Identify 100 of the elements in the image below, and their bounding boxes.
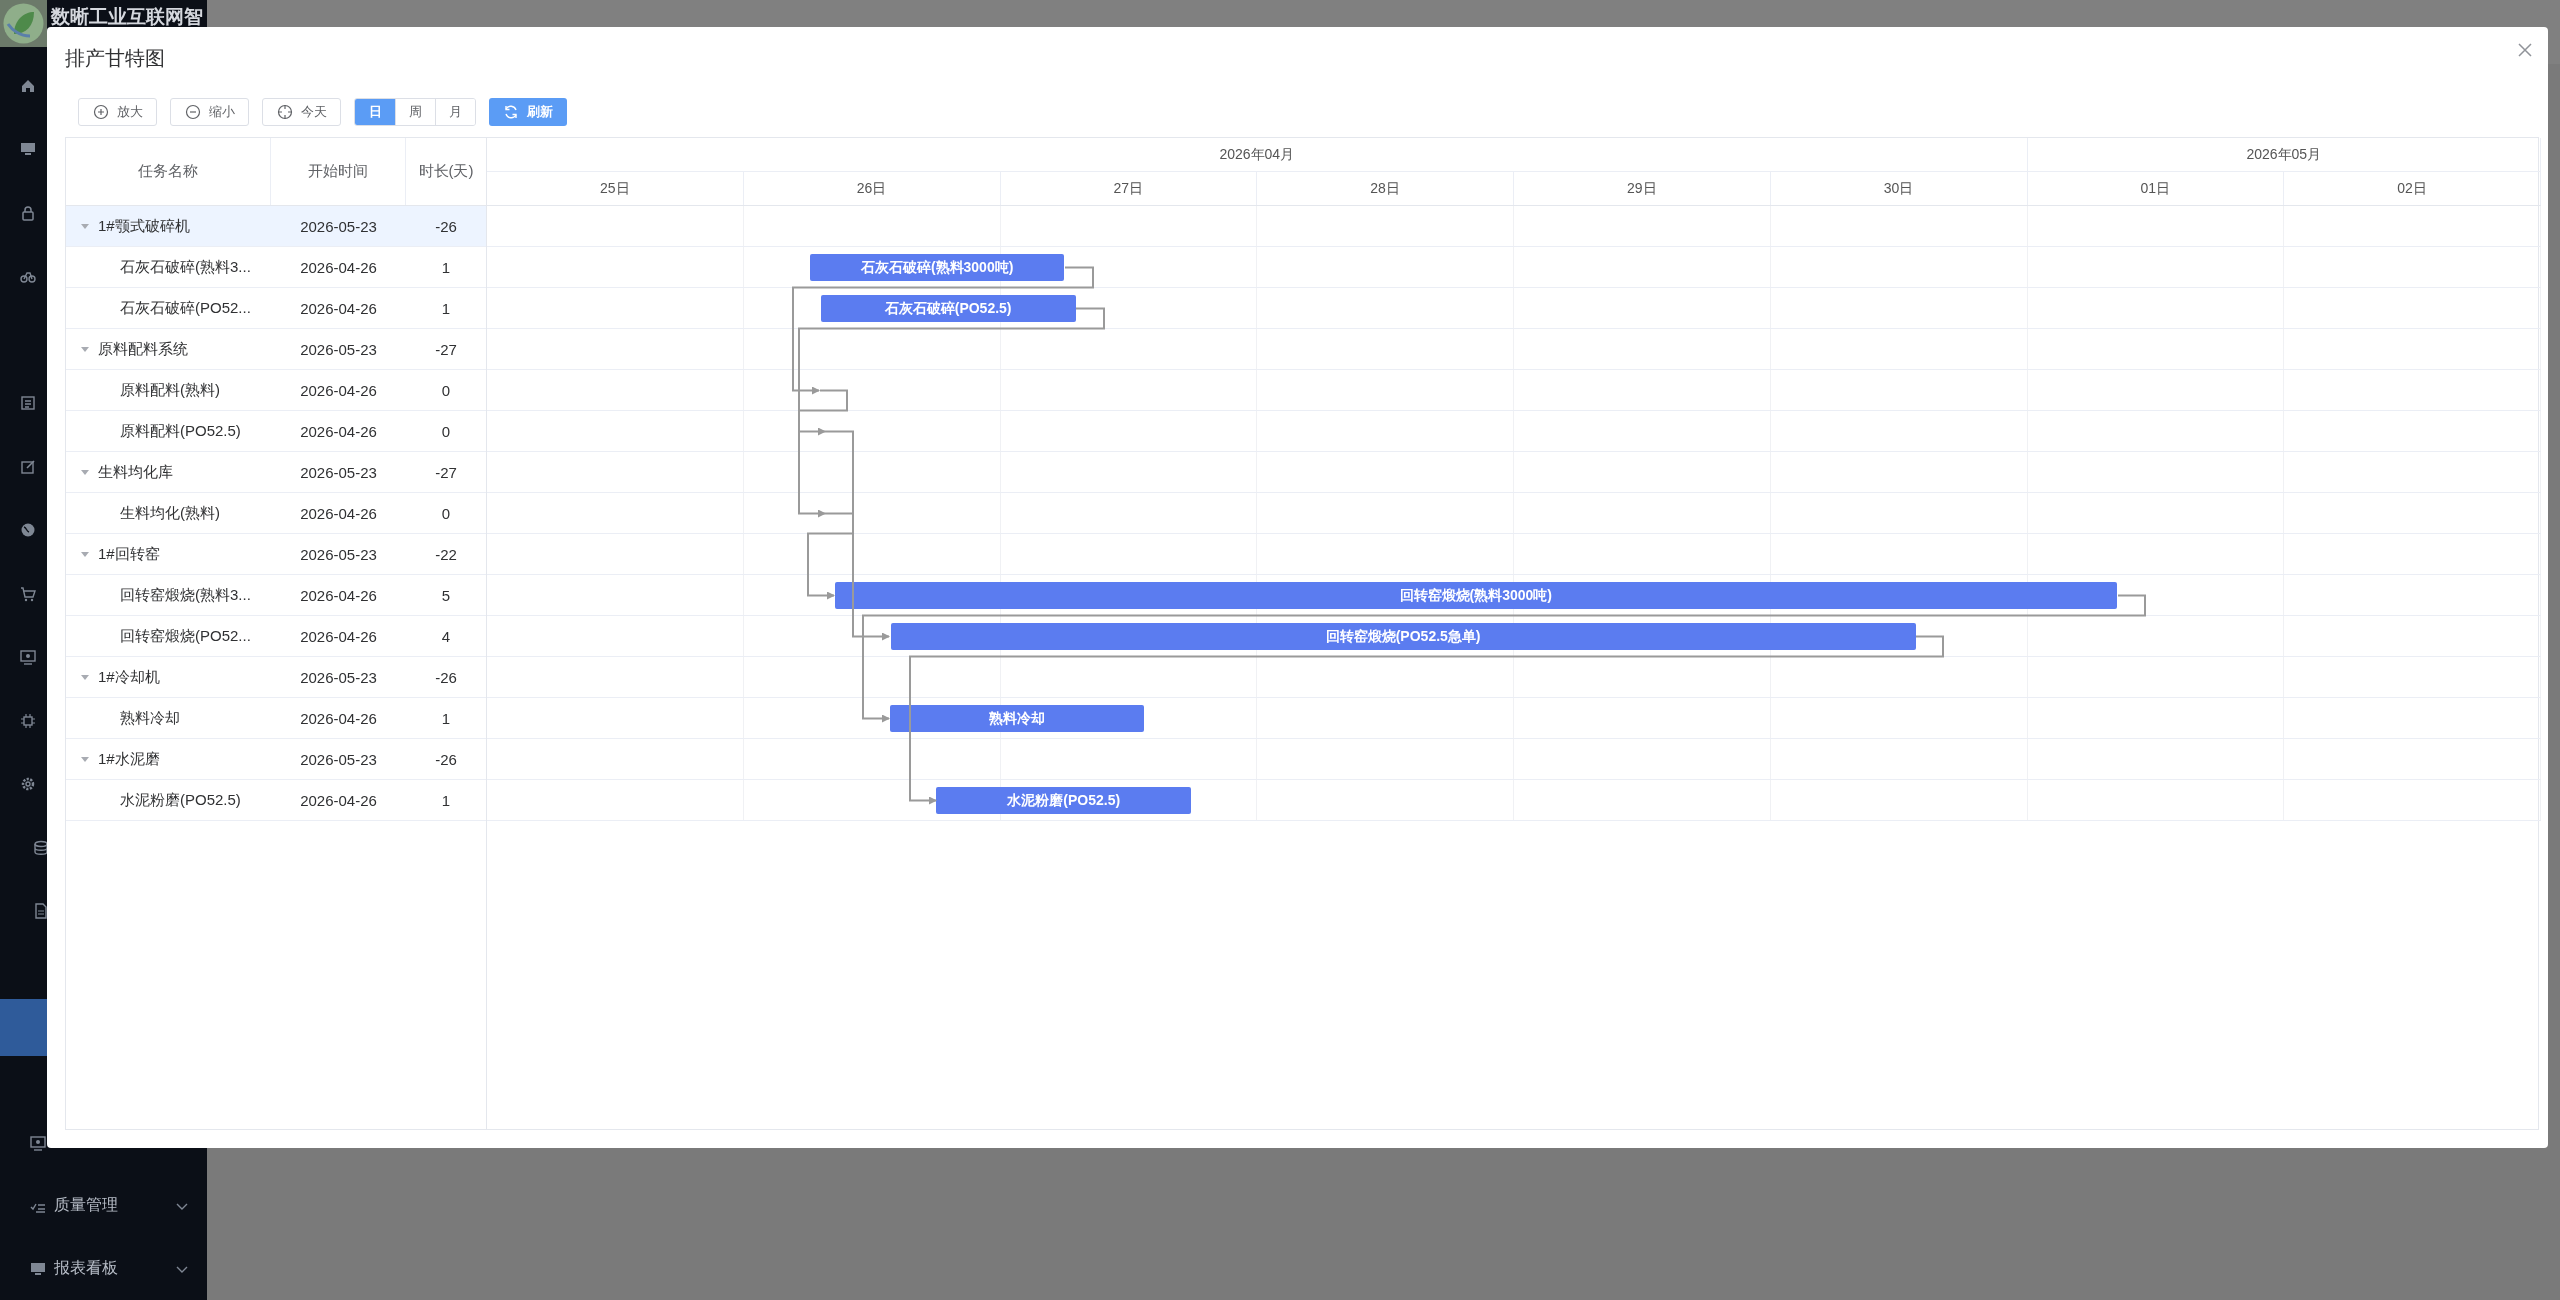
day-label: 27日: [1000, 172, 1258, 205]
task-name: 回转窑煅烧(PO52...: [120, 626, 251, 646]
edit-icon: [20, 458, 36, 475]
monitor-icon: [30, 1260, 46, 1277]
start-date-cell-text: 2026-04-26: [299, 791, 378, 809]
duration-cell-text: 0: [440, 381, 452, 399]
caret-icon[interactable]: [80, 754, 90, 764]
duration-cell-text: -26: [434, 668, 458, 686]
duration-cell-text: -22: [434, 545, 458, 563]
screen-icon: [30, 1134, 46, 1151]
sidebar-item[interactable]: 报表看板: [0, 1237, 207, 1300]
start-date-cell-text: 2026-04-26: [299, 258, 378, 276]
table-row[interactable]: 生料均化(熟料) 2026-04-26 0: [66, 493, 486, 534]
monitor-icon: [20, 141, 36, 158]
day-label: 28日: [1257, 172, 1514, 205]
start-date-cell-text: 2026-04-26: [299, 422, 378, 440]
table-row[interactable]: 1#回转窑 2026-05-23 -22: [66, 534, 486, 575]
task-name: 生料均化(熟料): [120, 503, 220, 523]
table-row[interactable]: 1#冷却机 2026-05-23 -26: [66, 657, 486, 698]
caret-icon[interactable]: [80, 549, 90, 559]
table-row[interactable]: 1#水泥磨 2026-05-23 -26: [66, 739, 486, 780]
caret-icon[interactable]: [80, 221, 90, 231]
start-date-cell-text: 2026-05-23: [299, 545, 378, 563]
column-header: 任务名称: [66, 138, 271, 205]
duration-cell-text: 0: [440, 504, 452, 522]
table-row[interactable]: 原料配料系统 2026-05-23 -27: [66, 329, 486, 370]
task-name: 原料配料系统: [98, 339, 188, 359]
task-name: 回转窑煅烧(熟料3...: [120, 585, 251, 605]
screen-icon: [20, 649, 36, 666]
task-name: 1#颚式破碎机: [98, 216, 190, 236]
dialog-title: 排产甘特图: [65, 45, 165, 71]
connector-line: [798, 389, 848, 412]
start-date-cell-text: 2026-05-23: [299, 463, 378, 481]
task-name: 水泥粉磨(PO52.5): [120, 790, 241, 810]
caret-icon[interactable]: [80, 344, 90, 354]
task-bar[interactable]: 回转窑煅烧(熟料3000吨): [834, 582, 2117, 609]
task-name: 石灰石破碎(PO52...: [120, 298, 251, 318]
task-bar[interactable]: 水泥粉磨(PO52.5): [936, 787, 1192, 814]
start-date-cell-text: 2026-04-26: [299, 586, 378, 604]
start-date-cell-text: 2026-05-23: [299, 750, 378, 768]
zoom-out-icon: [184, 104, 201, 120]
duration-cell-text: 4: [440, 627, 452, 645]
day-label: 30日: [1770, 172, 2028, 205]
table-row[interactable]: 石灰石破碎(PO52... 2026-04-26 1: [66, 288, 486, 329]
task-name: 石灰石破碎(熟料3...: [120, 257, 251, 277]
database-icon: [33, 839, 49, 856]
task-bar[interactable]: 石灰石破碎(PO52.5): [820, 295, 1076, 322]
cart-icon: [20, 585, 36, 602]
duration-cell-text: -27: [434, 463, 458, 481]
today-button[interactable]: 今天: [262, 98, 341, 126]
start-date-cell-text: 2026-04-26: [299, 381, 378, 399]
start-date-cell-text: 2026-05-23: [299, 217, 378, 235]
duration-cell-text: -27: [434, 340, 458, 358]
table-row[interactable]: 原料配料(熟料) 2026-04-26 0: [66, 370, 486, 411]
start-date-cell-text: 2026-05-23: [299, 668, 378, 686]
column-header: 开始时间: [271, 138, 406, 205]
table-row[interactable]: 回转窑煅烧(熟料3... 2026-04-26 5: [66, 575, 486, 616]
table-row[interactable]: 水泥粉磨(PO52.5) 2026-04-26 1: [66, 780, 486, 821]
task-name: 1#回转窑: [98, 544, 160, 564]
table-row[interactable]: 石灰石破碎(熟料3... 2026-04-26 1: [66, 247, 486, 288]
gear-icon: [20, 776, 36, 793]
table-row[interactable]: 回转窑煅烧(PO52... 2026-04-26 4: [66, 616, 486, 657]
table-row[interactable]: 原料配料(PO52.5) 2026-04-26 0: [66, 411, 486, 452]
zoom-in-button[interactable]: 放大: [78, 98, 157, 126]
task-bar[interactable]: 回转窑煅烧(PO52.5急单): [890, 623, 1916, 650]
table-row[interactable]: 1#颚式破碎机 2026-05-23 -26: [66, 206, 486, 247]
task-name: 生料均化库: [98, 462, 173, 482]
duration-cell-text: 5: [440, 586, 452, 604]
lock-icon: [20, 204, 36, 221]
duration-cell-text: 1: [440, 709, 452, 727]
refresh-icon: [503, 104, 519, 120]
start-date-cell-text: 2026-04-26: [299, 709, 378, 727]
day-label: 25日: [487, 172, 744, 205]
start-date-cell-text: 2026-04-26: [299, 504, 378, 522]
brand-name: 数晰工业互联网智: [51, 4, 203, 29]
day-label: 29日: [1514, 172, 1771, 205]
table-row[interactable]: 熟料冷却 2026-04-26 1: [66, 698, 486, 739]
start-date-cell-text: 2026-05-23: [299, 340, 378, 358]
logo-icon: [0, 0, 47, 47]
caret-icon[interactable]: [80, 672, 90, 682]
day-label: 02日: [2284, 172, 2541, 205]
task-name: 1#冷却机: [98, 667, 160, 687]
sidebar-item[interactable]: 质量管理: [0, 1174, 207, 1237]
column-header: 时长(天): [417, 161, 475, 181]
duration-cell-text: -26: [434, 217, 458, 235]
task-bar[interactable]: 熟料冷却: [889, 705, 1145, 732]
task-bar[interactable]: 石灰石破碎(熟料3000吨): [809, 254, 1065, 281]
start-date-cell-text: 2026-04-26: [299, 627, 378, 645]
file-icon: [33, 903, 49, 920]
task-name: 原料配料(PO52.5): [120, 421, 241, 441]
start-date-cell-text: 2026-04-26: [299, 299, 378, 317]
duration-cell-text: 0: [440, 422, 452, 440]
duration-cell-text: 1: [440, 791, 452, 809]
caret-icon[interactable]: [80, 467, 90, 477]
home-icon: [20, 77, 36, 94]
table-row[interactable]: 生料均化库 2026-05-23 -27: [66, 452, 486, 493]
zoom-out-button[interactable]: 缩小: [170, 98, 249, 126]
task-name: 原料配料(熟料): [120, 380, 220, 400]
view-mode-tab[interactable]: 月: [435, 99, 475, 125]
duration-cell-text: 1: [440, 258, 452, 276]
